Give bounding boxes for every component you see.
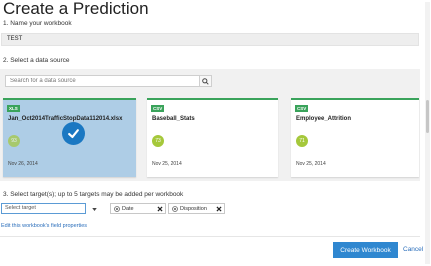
workbook-name-value: TEST: [7, 36, 23, 42]
caret-down-icon: [91, 207, 97, 211]
data-source-date: Nov 26, 2014: [8, 161, 38, 167]
data-source-date: Nov 25, 2014: [152, 161, 182, 167]
target-select[interactable]: Select target: [1, 203, 86, 214]
workbook-name-field[interactable]: TEST: [1, 33, 419, 46]
target-tag-label: Date: [122, 205, 134, 212]
edit-field-properties-link[interactable]: Edit this workbook's field properties: [1, 223, 87, 229]
file-type-badge: XLS: [7, 105, 20, 112]
quality-score: 73: [152, 135, 164, 147]
target-dropdown-toggle[interactable]: [89, 205, 99, 213]
target-tag-disposition: Disposition: [168, 203, 225, 214]
footer-divider: [0, 236, 420, 237]
target-tag-label: Disposition: [180, 205, 207, 212]
search-icon: [202, 77, 209, 85]
data-source-card-1[interactable]: XLS Jan_Oct2014TrafficStopData112014.xls…: [3, 98, 136, 177]
step-name-label: 1. Name your workbook: [3, 20, 72, 27]
close-icon[interactable]: [215, 205, 222, 212]
remove-circle-icon[interactable]: [114, 205, 120, 212]
data-source-name: Employee_Attrition: [296, 116, 352, 122]
data-source-card-3[interactable]: CSV Employee_Attrition 71 Nov 25, 2014: [291, 98, 419, 177]
step-target-label: 3. Select target(s); up to 5 targets may…: [3, 191, 184, 198]
remove-circle-icon[interactable]: [172, 205, 178, 212]
data-source-name: Jan_Oct2014TrafficStopData112014.xlsx: [8, 116, 123, 122]
target-tag-date: Date: [110, 203, 166, 214]
data-source-date: Nov 25, 2014: [296, 161, 326, 167]
file-type-badge: CSV: [151, 105, 165, 112]
close-icon[interactable]: [156, 205, 163, 212]
scrollbar-thumb[interactable]: [426, 100, 429, 133]
quality-score: 93: [8, 135, 20, 147]
quality-score: 71: [296, 135, 308, 147]
page-title: Create a Prediction: [3, 0, 149, 18]
selected-check-icon: [62, 122, 85, 145]
search-input[interactable]: [5, 75, 201, 87]
search-button[interactable]: [199, 75, 212, 87]
file-type-badge: CSV: [295, 105, 309, 112]
scrollbar-track[interactable]: [425, 2, 430, 264]
cancel-button[interactable]: Cancel: [403, 246, 423, 253]
data-source-name: Baseball_Stats: [152, 116, 195, 122]
step-source-label: 2. Select a data source: [3, 57, 70, 64]
data-source-card-2[interactable]: CSV Baseball_Stats 73 Nov 25, 2014: [147, 98, 278, 177]
create-workbook-button[interactable]: Create Workbook: [333, 242, 398, 258]
